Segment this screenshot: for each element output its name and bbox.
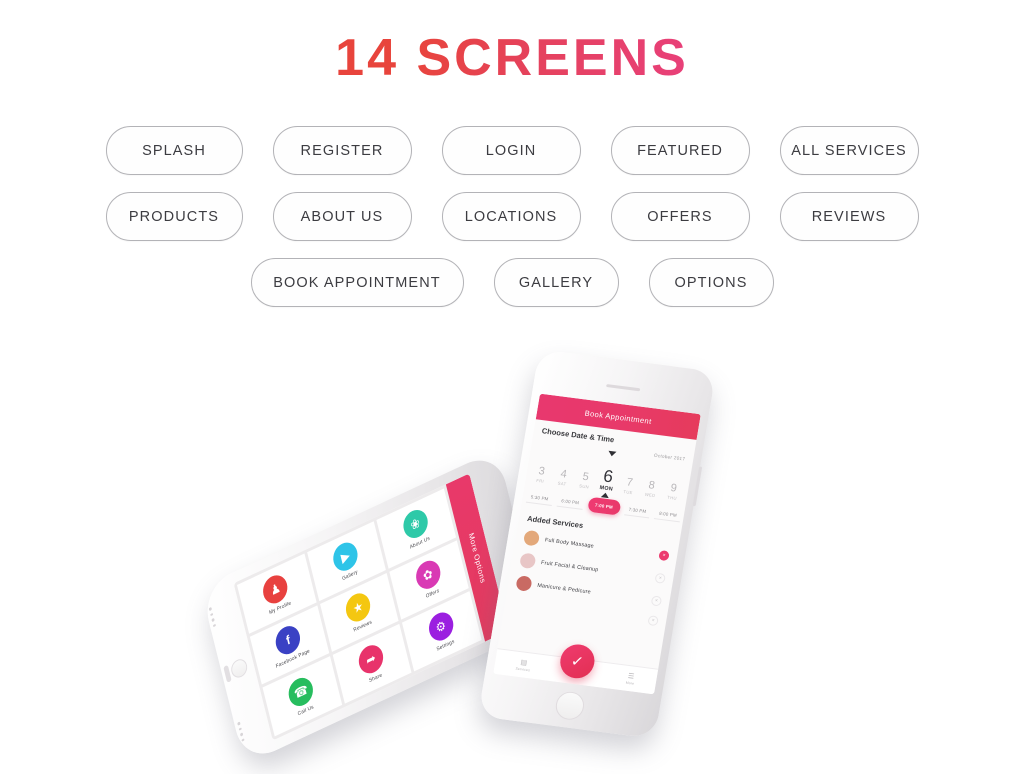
pill-row-2: PRODUCTS ABOUT US LOCATIONS OFFERS REVIE… — [0, 192, 1024, 241]
pill-row-1: SPLASH REGISTER LOGIN FEATURED ALL SERVI… — [0, 126, 1024, 175]
pill-about-us[interactable]: ABOUT US — [272, 192, 412, 241]
remove-service-button[interactable]: × — [658, 549, 670, 561]
date-cell-6-selected[interactable]: 6 MON — [596, 466, 619, 493]
caret-up-icon[interactable] — [607, 450, 617, 457]
page-title: 14 SCREENS — [335, 29, 689, 87]
pill-book-appointment[interactable]: BOOK APPOINTMENT — [250, 258, 464, 307]
about-us-icon-glyph: ❀ — [408, 514, 422, 534]
tab-more[interactable]: ☰ More — [625, 672, 635, 685]
remove-service-button-extra[interactable]: × — [647, 615, 659, 627]
page-root: 14 SCREENS SPLASH REGISTER LOGIN FEATURE… — [0, 0, 1024, 774]
pill-login[interactable]: LOGIN — [441, 126, 581, 175]
remove-service-button[interactable]: × — [654, 572, 667, 584]
remove-service-button[interactable]: × — [650, 594, 663, 607]
page-title-wrapper: 14 SCREENS — [0, 29, 1024, 87]
profile-icon-glyph: ♟ — [268, 579, 283, 599]
date-number: 6 — [602, 466, 615, 487]
time-slot-730pm[interactable]: 7:30 PM — [623, 502, 652, 518]
time-slot-800pm[interactable]: 8:00 PM — [654, 506, 682, 522]
pill-options[interactable]: OPTIONS — [648, 258, 774, 307]
option-label-offers: Offers — [425, 588, 441, 601]
date-cell-7[interactable]: 7 TUE — [618, 476, 640, 496]
tab-label-more: More — [625, 680, 635, 686]
date-cell-9[interactable]: 9 THU — [662, 482, 684, 501]
time-slot-600pm[interactable]: 6:00 PM — [556, 494, 585, 510]
pill-all-services[interactable]: ALL SERVICES — [779, 126, 919, 175]
more-options-appbar-title: More Options — [466, 530, 488, 585]
date-cell-4[interactable]: 4 SAT — [552, 468, 574, 487]
pill-locations[interactable]: LOCATIONS — [441, 192, 581, 241]
gear-icon-glyph: ⚙ — [434, 617, 448, 637]
time-slot-700pm-selected[interactable]: 7:00 PM — [586, 496, 622, 516]
date-cell-3[interactable]: 3 FRI — [530, 465, 552, 484]
pill-offers[interactable]: OFFERS — [610, 192, 750, 241]
phone-mockup-book-appointment: Book Appointment Choose Date & Time Octo… — [477, 349, 717, 739]
phone-call-icon-glyph: ☎ — [292, 681, 310, 703]
pill-gallery[interactable]: GALLERY — [493, 258, 619, 307]
service-name: Manicure & Pedicure — [536, 582, 592, 596]
pill-products[interactable]: PRODUCTS — [105, 192, 243, 241]
service-thumbnail — [522, 529, 541, 547]
facebook-icon-glyph: f — [284, 632, 292, 649]
reviews-star-icon-glyph: ★ — [351, 598, 365, 618]
phone-mockup-more-options: ♟ My Profile ▶ Gallery ❀ About Us f Face… — [200, 449, 542, 765]
pill-reviews[interactable]: REVIEWS — [779, 192, 919, 241]
option-label-share: Share — [368, 672, 383, 685]
tab-label-services: Services — [515, 666, 531, 672]
pill-row-3: BOOK APPOINTMENT GALLERY OPTIONS — [0, 258, 1024, 307]
time-slot-530pm[interactable]: 5:30 PM — [525, 490, 554, 506]
book-appointment-appbar-title: Book Appointment — [584, 408, 653, 426]
screen-pill-list: SPLASH REGISTER LOGIN FEATURED ALL SERVI… — [0, 126, 1024, 324]
gallery-icon-glyph: ▶ — [339, 547, 352, 566]
tab-services[interactable]: ▤ Services — [515, 658, 531, 672]
service-thumbnail — [519, 552, 537, 570]
service-name: Full Body Massage — [544, 536, 595, 550]
date-cell-8[interactable]: 8 WED — [640, 479, 662, 498]
date-cell-5[interactable]: 5 SUN — [574, 471, 596, 490]
more-menu-icon: ☰ — [627, 672, 635, 681]
share-icon-glyph: ➦ — [364, 650, 378, 669]
checkmark-icon: ✓ — [569, 652, 585, 672]
service-thumbnail — [515, 575, 533, 592]
pill-register[interactable]: REGISTER — [272, 126, 412, 175]
pill-featured[interactable]: FEATURED — [610, 126, 750, 175]
service-name: Fruit Facial & Cleanup — [540, 559, 599, 573]
caret-down-icon[interactable] — [600, 492, 610, 499]
pill-splash[interactable]: SPLASH — [105, 126, 243, 175]
offers-icon-glyph: ✿ — [421, 566, 435, 585]
phone-mockup-scene: ♟ My Profile ▶ Gallery ❀ About Us f Face… — [0, 340, 1024, 774]
